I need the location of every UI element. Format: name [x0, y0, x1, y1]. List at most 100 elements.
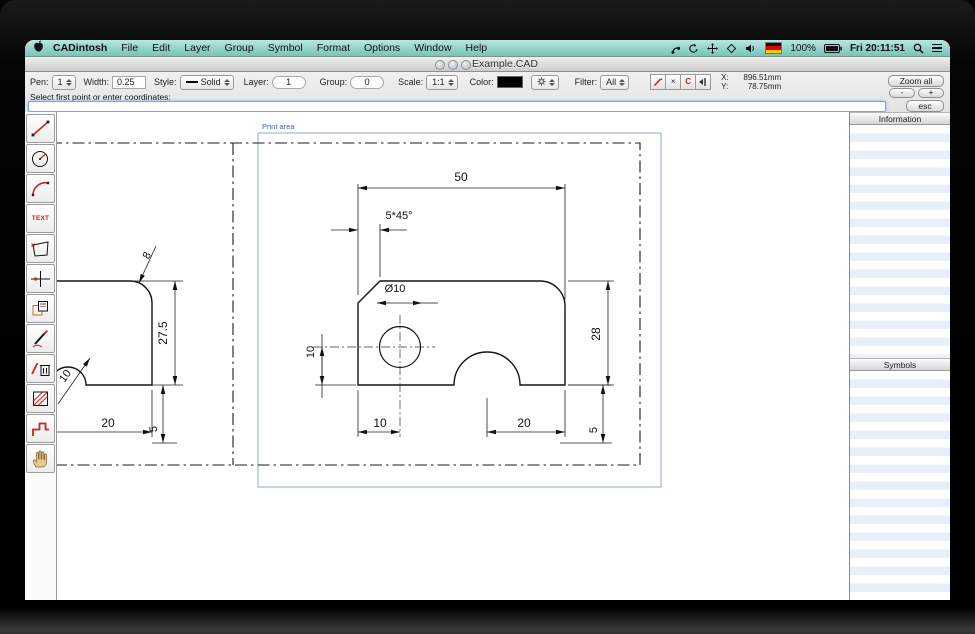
symbols-list	[850, 371, 950, 600]
hatch-icon	[29, 388, 52, 409]
style-select[interactable]: Solid	[180, 75, 234, 90]
screen: CADintosh File Edit Layer Group Symbol F…	[25, 40, 950, 600]
gear-icon	[537, 77, 546, 88]
popup-arrows-icon	[619, 79, 625, 86]
menu-window[interactable]: Window	[414, 42, 451, 54]
minimize-button[interactable]	[448, 60, 458, 70]
symbols-panel-header: Symbols	[850, 358, 950, 371]
move-icon[interactable]	[707, 43, 718, 54]
menu-format[interactable]: Format	[317, 42, 350, 54]
close-button[interactable]	[435, 60, 445, 70]
apple-icon[interactable]	[33, 40, 44, 56]
copy-toggle-button[interactable]: C	[680, 74, 696, 90]
group-field[interactable]: 0	[350, 76, 384, 89]
dim-offset-label: 5	[148, 426, 160, 432]
scale-label: Scale:	[398, 77, 423, 87]
text-icon: TEXT	[32, 215, 49, 222]
duplicate-tool-button[interactable]	[26, 294, 55, 323]
delete-tool-button[interactable]	[26, 354, 55, 383]
polyline-icon	[29, 418, 52, 439]
layer-label: Layer:	[244, 77, 269, 87]
duplicate-icon	[29, 298, 52, 319]
circle-icon	[29, 148, 52, 169]
color-swatch[interactable]	[497, 76, 523, 88]
dim-width-label: 20	[101, 416, 115, 430]
dim-hole-label: Ø10	[385, 283, 406, 295]
dim-hole-y-label: 10	[305, 346, 317, 358]
layer-field[interactable]: 1	[272, 76, 306, 89]
line-icon	[29, 118, 52, 139]
line-style-sample	[186, 81, 198, 83]
filter-select[interactable]: All	[600, 75, 629, 90]
zoom-button[interactable]	[461, 60, 471, 70]
battery-icon[interactable]	[824, 44, 842, 53]
menu-layer[interactable]: Layer	[184, 42, 210, 54]
coordinate-input[interactable]	[28, 101, 886, 112]
toolbar: Pen: 1 Width: 0.25 Style: Solid Layer: 1…	[25, 72, 950, 115]
menu-group[interactable]: Group	[225, 42, 254, 54]
menu-options[interactable]: Options	[364, 42, 400, 54]
popup-arrows-icon	[224, 79, 230, 86]
notification-list-icon[interactable]	[932, 44, 942, 53]
scale-select[interactable]: 1:1	[426, 75, 458, 90]
modify-tool-button[interactable]	[26, 324, 55, 353]
width-field[interactable]: 0.25	[112, 76, 146, 89]
sync-icon[interactable]	[688, 43, 699, 54]
popup-arrows-icon	[66, 79, 72, 86]
menu-help[interactable]: Help	[466, 42, 488, 54]
side-panel: Information Symbols	[849, 112, 950, 600]
print-area-label: Print area	[262, 122, 295, 131]
device-bezel: CADintosh File Edit Layer Group Symbol F…	[0, 0, 975, 634]
axis-tool-button[interactable]	[26, 264, 55, 293]
color-label: Color:	[470, 77, 494, 87]
drawing-frame	[57, 143, 640, 465]
information-panel-header: Information	[850, 112, 950, 125]
menu-edit[interactable]: Edit	[152, 42, 170, 54]
dim-hole-x-label: 10	[373, 416, 387, 430]
zoom-in-button[interactable]: +	[918, 88, 944, 98]
color-settings-select[interactable]	[531, 75, 559, 90]
menu-symbol[interactable]: Symbol	[268, 42, 303, 54]
axis-icon	[29, 268, 52, 289]
zoom-out-button[interactable]: -	[889, 88, 915, 98]
delete-toggle-button[interactable]: ×	[665, 74, 681, 90]
germany-flag-icon[interactable]	[765, 42, 782, 54]
desk-surface	[0, 608, 975, 634]
circle-tool-button[interactable]	[26, 144, 55, 173]
esc-button[interactable]: esc	[906, 100, 944, 112]
app-menu[interactable]: CADintosh	[53, 42, 107, 54]
right-view: 50 5*45° Ø10 28	[305, 170, 614, 443]
spotlight-icon[interactable]	[913, 43, 924, 54]
drawing-svg: Print area 27.5	[57, 112, 849, 600]
line-tool-button[interactable]	[26, 114, 55, 143]
menu-clock[interactable]: Fri 20:11:51	[850, 43, 905, 54]
arc-tool-button[interactable]	[26, 174, 55, 203]
snap-toggle-button[interactable]	[695, 74, 711, 90]
dim-notch-label: 10	[57, 368, 74, 385]
cursor-x-value: 896.51mm	[735, 73, 781, 82]
window-title: Example.CAD	[472, 57, 538, 71]
dim-height-label: 27.5	[156, 321, 170, 345]
phone-icon[interactable]	[669, 43, 680, 54]
cursor-y-value: 78.75mm	[735, 82, 781, 91]
filter-label: Filter:	[575, 77, 598, 87]
polygon-tool-button[interactable]	[26, 234, 55, 263]
drawing-canvas[interactable]: Print area 27.5	[57, 112, 849, 600]
zoom-all-button[interactable]: Zoom all	[888, 75, 944, 87]
arc-icon	[29, 178, 52, 199]
pen-select[interactable]: 1	[52, 75, 76, 90]
menu-file[interactable]: File	[121, 42, 138, 54]
information-list	[850, 125, 950, 358]
delete-icon	[29, 358, 52, 379]
text-tool-button[interactable]: TEXT	[26, 204, 55, 233]
pan-tool-button[interactable]	[26, 444, 55, 473]
hatch-tool-button[interactable]	[26, 384, 55, 413]
pen-toggle-button[interactable]	[650, 74, 666, 90]
diamond-icon[interactable]	[726, 43, 737, 54]
dim-notch-width-label: 20	[517, 416, 531, 430]
left-view: 27.5 8 10 20 5	[57, 246, 183, 443]
polyline-tool-button[interactable]	[26, 414, 55, 443]
dim-fillet-label: 8	[141, 250, 154, 261]
popup-arrows-icon	[448, 79, 454, 86]
volume-icon[interactable]	[745, 43, 757, 54]
